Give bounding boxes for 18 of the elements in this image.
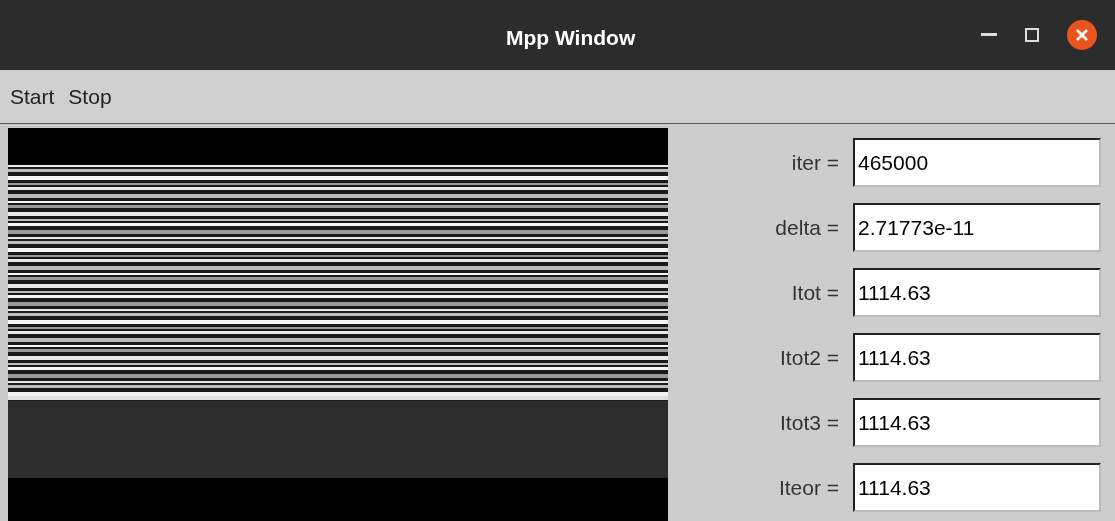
field-label: delta = [775,214,839,241]
value-field[interactable]: 1114.63 [853,463,1101,512]
value-field[interactable]: 2.71773e-11 [853,203,1101,252]
field-label: Itot2 = [780,344,839,371]
value-field[interactable]: 1114.63 [853,398,1101,447]
minimize-icon[interactable] [981,33,997,37]
value-field[interactable]: 1114.63 [853,333,1101,382]
field-label: Itot3 = [780,409,839,436]
field-label: iter = [791,149,839,176]
value-field[interactable]: 465000 [853,138,1101,187]
menu-item[interactable]: Start [6,80,59,113]
field-label: Itot = [791,279,839,306]
menu-item[interactable]: Stop [64,80,116,113]
close-icon[interactable] [1067,20,1097,50]
field-label: Iteor = [778,474,839,501]
value-field[interactable]: 1114.63 [853,268,1101,317]
maximize-icon[interactable] [1025,28,1039,42]
window-title: Mpp Window [506,25,636,51]
